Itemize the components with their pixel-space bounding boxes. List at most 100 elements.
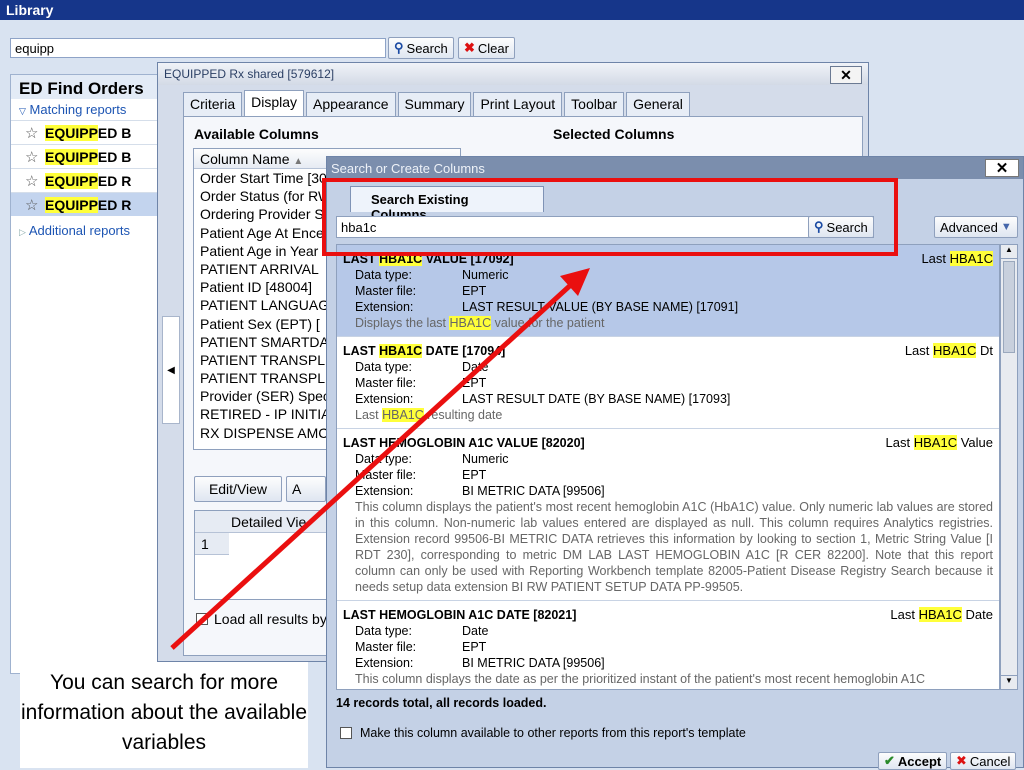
library-search-input[interactable]: equipp	[10, 38, 386, 58]
record-title-pre: LAST HEMOGLOBIN A1C VALUE [82020]	[343, 436, 585, 450]
tab-general[interactable]: General	[626, 92, 690, 116]
record-display-post: Dt	[976, 343, 993, 358]
result-record[interactable]: LAST HEMOGLOBIN A1C DATE [82021] Last HBA…	[337, 601, 999, 689]
search-window-close-button[interactable]: ✕	[985, 159, 1019, 177]
record-display-match: HBA1C	[913, 435, 958, 450]
edit-view-label: Edit/View	[208, 481, 268, 497]
record-extension-row: Extension: BI METRIC DATA [99506]	[343, 483, 993, 499]
record-extension-value: BI METRIC DATA [99506]	[462, 484, 605, 498]
record-data-type-label: Data type:	[355, 624, 412, 638]
record-display-match: HBA1C	[933, 343, 977, 358]
cancel-button[interactable]: ✖ Cancel	[950, 752, 1017, 770]
matching-reports-label: Matching reports	[29, 102, 127, 117]
result-record[interactable]: LAST HBA1C DATE [17094] Last HBA1C Dt Data…	[337, 337, 999, 429]
tab-summary[interactable]: Summary	[397, 92, 472, 116]
detailed-view-grid[interactable]: Detailed Vie 1	[194, 510, 328, 600]
record-extension-label: Extension:	[355, 300, 414, 314]
record-master-file-value: EPT	[462, 468, 487, 482]
record-data-type-row: Data type: Numeric	[343, 451, 993, 467]
search-results-list[interactable]: LAST HBA1C VALUE [17092] Last HBA1C Data t…	[336, 244, 1000, 690]
cancel-label: Cancel	[969, 753, 1011, 769]
report-item[interactable]: ☆ EQUIPP ED B	[11, 120, 161, 144]
close-icon: ✕	[840, 66, 852, 83]
record-display-name: Last HBA1C	[921, 251, 993, 267]
results-scrollbar[interactable]: ▲ ▼	[1000, 244, 1018, 690]
grid-row-number: 1	[195, 533, 229, 555]
column-search-label: Search	[826, 219, 868, 235]
record-master-file-label: Master file:	[355, 376, 417, 390]
record-desc-pre: Last	[355, 408, 383, 422]
report-window-title: EQUIPPED Rx shared [579612]	[158, 63, 868, 85]
library-search-button[interactable]: ⚲ Search	[388, 37, 454, 59]
record-master-file-value: EPT	[462, 640, 487, 654]
tab-print-layout[interactable]: Print Layout	[473, 92, 563, 116]
record-master-file-row: Master file: EPT	[343, 639, 993, 655]
report-window-close-button[interactable]: ✕	[830, 66, 862, 84]
star-icon[interactable]: ☆	[25, 172, 38, 190]
column-search-button[interactable]: ⚲ Search	[808, 216, 874, 238]
scroll-down-icon[interactable]: ▼	[1001, 675, 1017, 689]
scroll-up-icon[interactable]: ▲	[1001, 245, 1017, 259]
library-clear-button[interactable]: ✖ Clear	[458, 37, 515, 59]
record-data-type-row: Data type: Date	[343, 359, 993, 375]
report-item[interactable]: ☆ EQUIPP ED B	[11, 144, 161, 168]
column-name-header-label: Column Name	[200, 151, 290, 167]
tab-display[interactable]: Display	[244, 90, 305, 116]
record-title-match: HBA1C	[379, 344, 423, 358]
additional-reports-label: Additional reports	[28, 223, 130, 238]
load-all-checkbox[interactable]	[196, 613, 208, 625]
record-data-type-label: Data type:	[355, 360, 412, 374]
result-record[interactable]: LAST HBA1C VALUE [17092] Last HBA1C Data t…	[337, 245, 999, 337]
record-description: This column displays the patient's most …	[343, 499, 993, 595]
magnifier-icon: ⚲	[814, 219, 824, 234]
tab-search-existing[interactable]: Search Existing Columns	[350, 186, 544, 222]
report-item[interactable]: ☆ EQUIPP ED R	[11, 168, 161, 192]
accept-button[interactable]: ✔ Accept	[878, 752, 948, 770]
make-available-label: Make this column available to other repo…	[360, 726, 746, 740]
record-master-file-row: Master file: EPT	[343, 375, 993, 391]
record-display-name: Last HBA1C Value	[886, 435, 993, 451]
star-icon[interactable]: ☆	[25, 148, 38, 166]
record-extension-row: Extension: LAST RESULT VALUE (BY BASE NAM…	[343, 299, 993, 315]
record-master-file-row: Master file: EPT	[343, 467, 993, 483]
record-extension-label: Extension:	[355, 484, 414, 498]
additional-reports-toggle[interactable]: ▷ Additional reports	[11, 220, 161, 241]
record-display-match: HBA1C	[949, 251, 993, 266]
matching-reports-toggle[interactable]: ▽ Matching reports	[11, 99, 161, 120]
record-description: Last HBA1C resulting date	[343, 407, 993, 423]
collapse-icon: ▽	[19, 106, 26, 116]
result-record[interactable]: LAST HEMOGLOBIN A1C VALUE [82020] Last HB…	[337, 429, 999, 601]
star-icon[interactable]: ☆	[25, 196, 38, 214]
record-extension-value: BI METRIC DATA [99506]	[462, 656, 605, 670]
load-all-row: Load all results by	[196, 611, 327, 627]
find-orders-panel: ED Find Orders ▽ Matching reports ☆ EQUIP…	[10, 74, 162, 674]
accept-label: Accept	[897, 753, 942, 769]
library-clear-label: Clear	[477, 40, 509, 56]
record-data-type-value: Numeric	[462, 452, 509, 466]
advanced-button[interactable]: Advanced ▼	[934, 216, 1018, 238]
record-desc-match: HBA1C	[449, 316, 492, 330]
annotation-caption: You can search for more information abou…	[20, 662, 308, 768]
record-data-type-value: Date	[462, 624, 489, 638]
report-item[interactable]: ☆ EQUIPP ED R	[11, 192, 161, 216]
tab-criteria[interactable]: Criteria	[183, 92, 243, 116]
record-display-post: Value	[957, 435, 993, 450]
detailed-view-header: Detailed Vie	[195, 511, 327, 533]
star-icon[interactable]: ☆	[25, 124, 38, 142]
make-available-checkbox[interactable]	[340, 727, 352, 739]
scroll-thumb[interactable]	[1003, 261, 1015, 353]
report-item-match: EQUIPP	[45, 148, 98, 165]
report-item-match: EQUIPP	[45, 124, 98, 141]
record-title-post: VALUE [17092]	[422, 252, 514, 266]
column-search-input[interactable]: hba1c	[336, 216, 874, 238]
tab-appearance[interactable]: Appearance	[306, 92, 396, 116]
record-display-match: HBA1C	[918, 607, 962, 622]
record-title: LAST HBA1C DATE [17094]	[343, 343, 993, 359]
close-icon: ✕	[995, 160, 1009, 177]
edit-view-button[interactable]: Edit/View	[194, 476, 282, 502]
library-title-bar: Library	[0, 0, 1024, 20]
record-display-pre: Last	[921, 251, 950, 266]
tab-toolbar[interactable]: Toolbar	[564, 92, 625, 116]
collapse-left-button[interactable]: ◀	[162, 316, 180, 424]
add-button[interactable]: A	[286, 476, 326, 502]
